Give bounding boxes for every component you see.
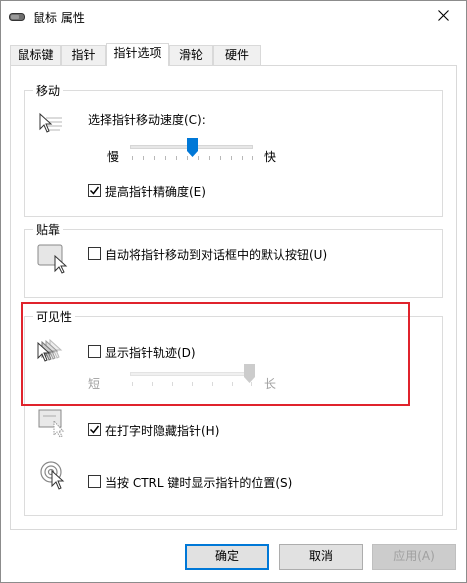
hide-pointer-icon: [38, 409, 70, 442]
snap-to-group-label: 贴靠: [33, 221, 64, 238]
speed-tick: [176, 156, 177, 160]
speed-slider-thumb[interactable]: [187, 138, 198, 160]
speed-tick: [154, 156, 155, 160]
cancel-button[interactable]: 取消: [279, 544, 363, 570]
snap-to-group: 贴靠: [24, 221, 443, 298]
speed-tick: [132, 156, 133, 160]
speed-tick: [220, 156, 221, 160]
enhance-precision-label: 提高指针精确度(E): [105, 185, 206, 199]
speed-tick: [165, 156, 166, 160]
close-button[interactable]: [420, 1, 466, 32]
speed-tick: [198, 156, 199, 160]
tab-pointers[interactable]: 指针: [61, 45, 106, 66]
close-icon: [437, 9, 449, 24]
apply-button[interactable]: 应用(A): [372, 544, 456, 570]
tab-buttons[interactable]: 鼠标键: [10, 45, 61, 66]
title-bar: 鼠标 属性: [1, 1, 466, 33]
window-title: 鼠标 属性: [33, 11, 85, 25]
tab-wheel[interactable]: 滑轮: [169, 45, 213, 66]
mouse-properties-dialog: 鼠标 属性 鼠标键 指针 指针选项 滑轮 硬件 移动 选择指针移动速度(C): …: [0, 0, 467, 583]
speed-tick: [209, 156, 210, 160]
speed-tick: [252, 156, 253, 160]
snap-to-default-checkbox[interactable]: [88, 247, 101, 260]
fast-label: 快: [264, 150, 277, 164]
enhance-precision-checkbox[interactable]: [88, 184, 101, 197]
tab-hardware[interactable]: 硬件: [213, 45, 261, 66]
speed-label: 选择指针移动速度(C):: [88, 113, 206, 127]
speed-tick: [231, 156, 232, 160]
tab-pointer-options[interactable]: 指针选项: [106, 43, 169, 66]
slow-label: 慢: [107, 150, 120, 164]
ctrl-locate-icon: [40, 461, 72, 494]
mouse-icon: [9, 11, 25, 23]
speed-tick: [242, 156, 243, 160]
motion-group: 移动: [24, 82, 443, 217]
ok-button[interactable]: 确定: [185, 544, 269, 570]
hide-while-typing-label: 在打字时隐藏指针(H): [105, 424, 220, 438]
ctrl-show-location-checkbox[interactable]: [88, 475, 101, 488]
highlight-annotation-box: [21, 302, 410, 406]
motion-group-label: 移动: [33, 82, 64, 99]
ctrl-show-location-label: 当按 CTRL 键时显示指针的位置(S): [105, 476, 293, 490]
pointer-speed-icon: [36, 112, 64, 137]
hide-while-typing-checkbox[interactable]: [88, 423, 101, 436]
speed-tick: [143, 156, 144, 160]
snap-to-default-label: 自动将指针移动到对话框中的默认按钮(U): [105, 248, 328, 262]
tab-panel: 移动 选择指针移动速度(C): 慢 快 提高指针精确度(E) 贴靠 自动将指针移…: [10, 65, 457, 530]
snap-to-icon: [37, 244, 71, 277]
